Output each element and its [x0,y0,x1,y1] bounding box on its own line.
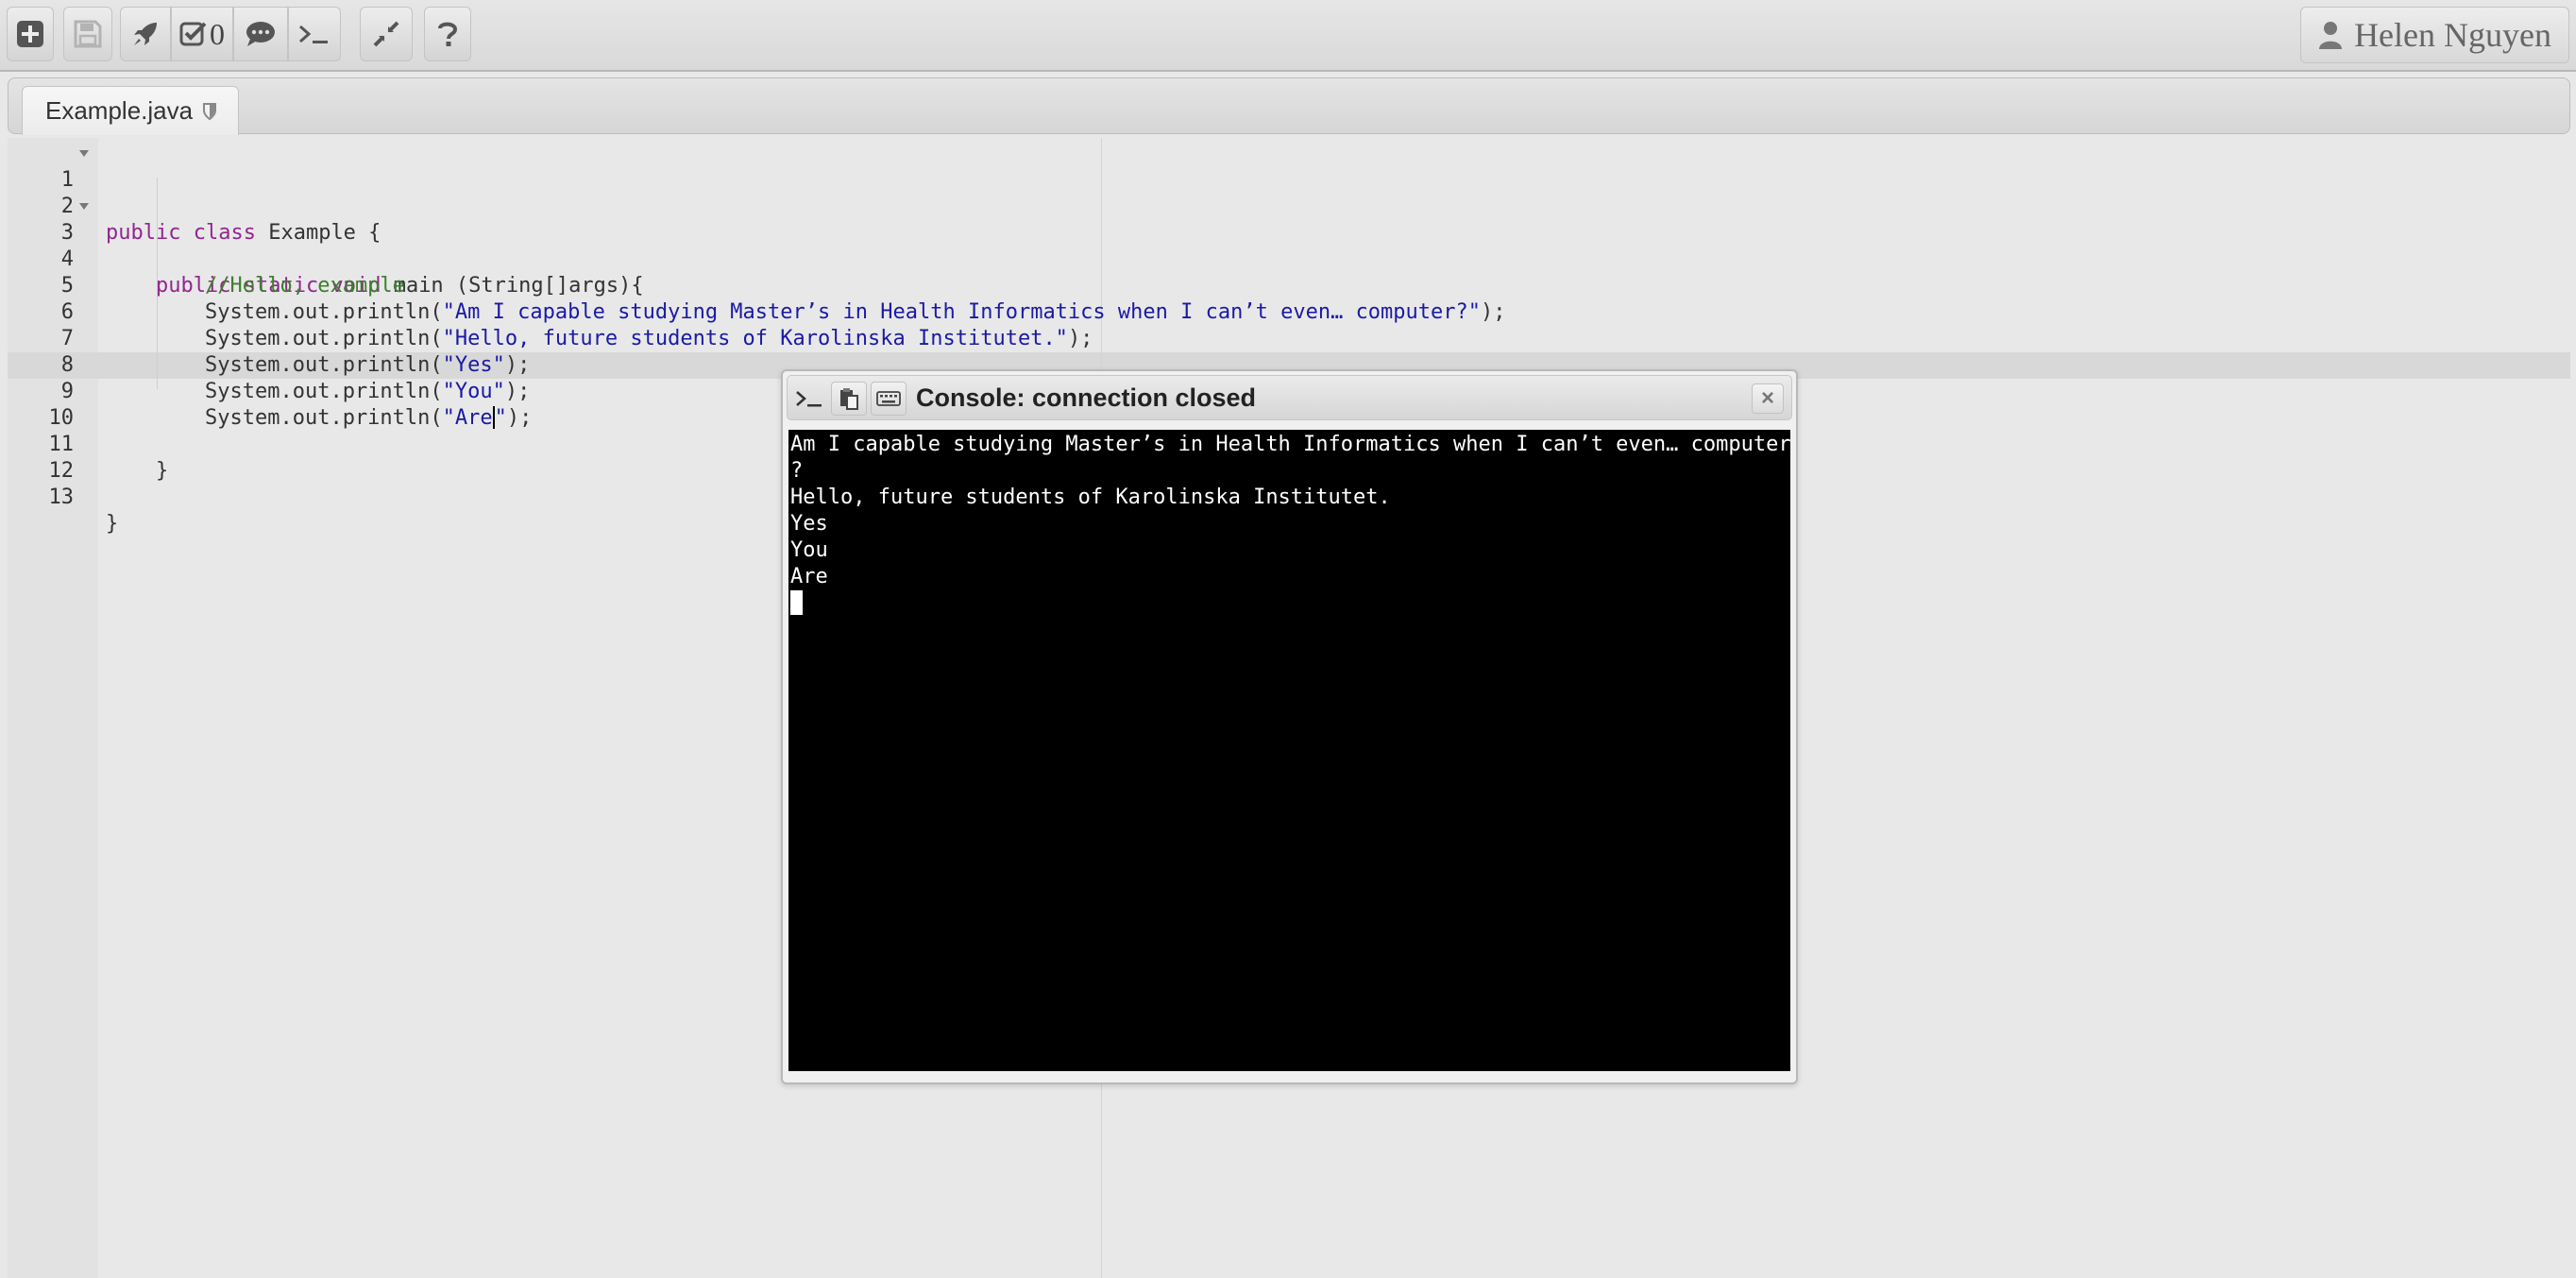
user-menu-button[interactable]: Helen Nguyen [2300,7,2569,63]
save-icon [74,20,102,48]
console-output-line: Am I capable studying Master’s in Health… [790,433,1791,456]
console-output-line: You [790,538,828,562]
check-count: 0 [210,16,225,51]
console-header[interactable]: Console: connection closed × [787,375,1792,420]
code-line-8: 8 System.out.println("You"); [8,326,2570,403]
help-button[interactable] [424,7,471,61]
code-text: } [106,512,119,536]
console-output-line: ? [790,459,804,483]
compress-button[interactable] [360,7,413,61]
rocket-icon [134,23,157,45]
console-terminal-button[interactable] [791,382,827,416]
code-line-6: 6 System.out.println("Hello, future stud… [8,273,2570,350]
console-output-line: Yes [790,512,828,536]
check-button[interactable]: 0 [171,7,233,61]
console-input-line[interactable] [790,590,1788,617]
question-icon [438,22,458,46]
comment-button[interactable] [233,7,288,61]
line-number: 13 [48,486,75,509]
console-title: Console: connection closed [916,383,1257,412]
shield-icon [203,102,217,120]
save-button[interactable] [63,7,112,61]
console-dialog[interactable]: Console: connection closed × Am I capabl… [781,369,1798,1084]
code-line-4: 4 //Hello, example [8,220,2570,298]
clipboard-icon [840,388,858,410]
plus-square-icon [17,21,43,47]
terminal-button[interactable] [288,7,341,61]
tab-example-java[interactable]: Example.java [22,86,240,135]
toolbar: 0 Helen Nguyen [0,0,2576,72]
code-line-7: 7 System.out.println("Yes"); [8,299,2570,377]
console-output-line: Hello, future students of Karolinska Ins… [790,486,1391,509]
code-line-2: 2 [8,167,2570,218]
tab-label: Example.java [45,96,194,125]
keyboard-button[interactable] [871,382,907,416]
keyboard-icon [876,391,901,406]
terminal-icon [796,391,822,407]
code-line-3: 3 public static void main (String[]args)… [8,194,2570,298]
compress-icon [373,21,399,47]
run-button[interactable] [120,7,171,61]
fold-arrow-icon[interactable] [79,150,89,157]
close-icon: × [1760,385,1774,411]
console-close-button[interactable]: × [1752,383,1784,414]
tab-bar: Example.java [8,77,2570,135]
terminal-icon [299,25,328,43]
code-line-1: 1 public class Example { [8,141,2570,245]
user-name: Helen Nguyen [2354,16,2551,54]
new-file-button[interactable] [7,7,54,61]
user-icon [2319,22,2343,49]
console-output-line: Are [790,565,828,588]
check-icon [179,22,207,46]
fold-arrow-icon[interactable] [79,203,89,210]
console-terminal[interactable]: Am I capable studying Master’s in Health… [788,430,1791,1071]
paste-button[interactable] [831,382,867,416]
terminal-cursor [790,590,803,615]
code-line-5: 5 System.out.println("Am I capable study… [8,247,2570,324]
comment-icon [246,22,275,46]
